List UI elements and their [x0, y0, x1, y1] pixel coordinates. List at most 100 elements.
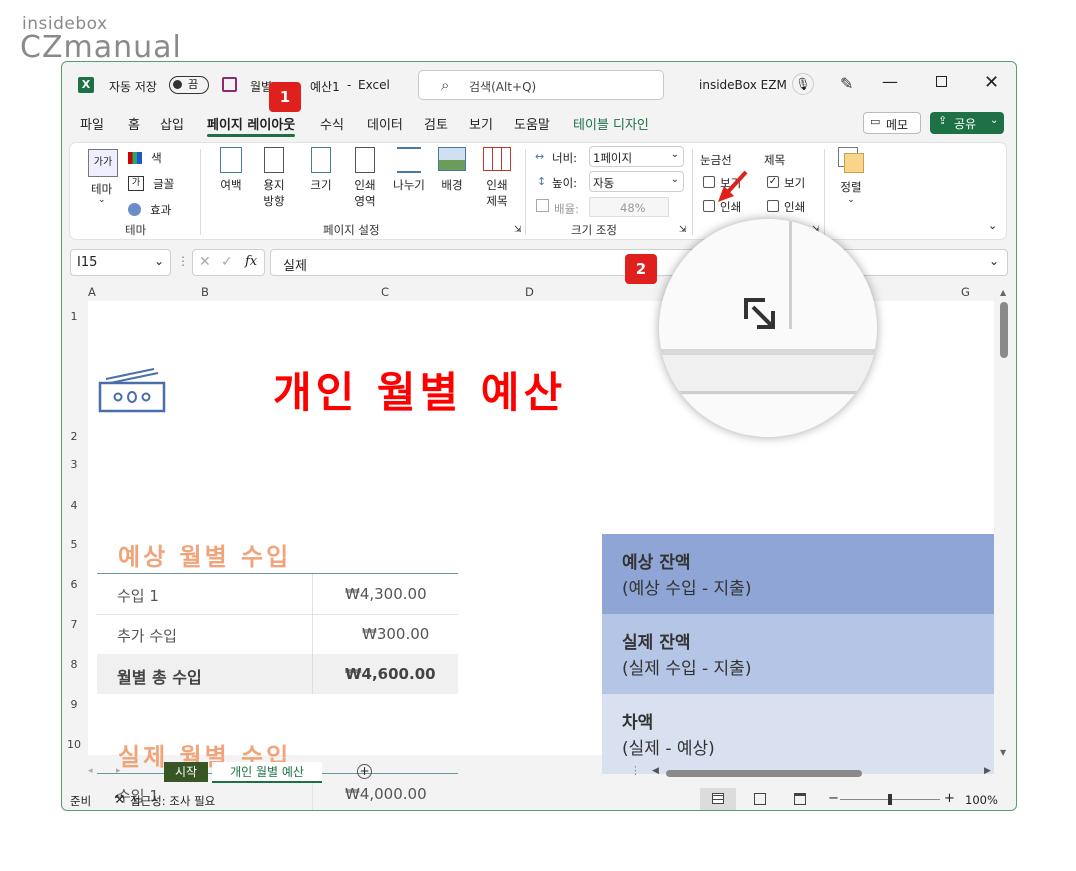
arrange-label: 정렬	[840, 180, 862, 194]
scroll-thumb[interactable]	[666, 770, 862, 777]
row-header[interactable]: 7	[62, 618, 86, 631]
background-button[interactable]: 배경	[436, 147, 468, 193]
row-header[interactable]: 2	[62, 430, 86, 443]
scroll-up-icon[interactable]: ▲	[1000, 288, 1006, 297]
page-break-view-icon[interactable]	[794, 793, 806, 805]
column-header-d[interactable]: D	[525, 285, 534, 299]
zoom-in-icon[interactable]: +	[944, 791, 955, 806]
panel-heading: 실제 잔액	[622, 633, 691, 653]
page-layout-view-icon[interactable]	[754, 793, 766, 805]
comment-icon: ▭	[870, 115, 881, 128]
more-icon: ⋮	[630, 764, 641, 777]
margins-button[interactable]: 여백	[216, 147, 246, 193]
scale-dialog-launcher-icon[interactable]: ⇲	[679, 225, 687, 235]
select-all-corner[interactable]	[70, 285, 86, 299]
tab-data[interactable]: 데이터	[367, 114, 403, 133]
insert-function-icon[interactable]: fx	[245, 254, 257, 269]
print-area-button[interactable]: 인쇄 영역	[348, 147, 382, 209]
background-icon	[438, 147, 466, 171]
microphone-icon[interactable]: 🎙	[792, 73, 814, 95]
normal-view-icon[interactable]	[700, 788, 736, 810]
column-header-g[interactable]: G	[961, 285, 970, 299]
colors-button[interactable]: 색	[128, 147, 162, 166]
add-sheet-icon[interactable]: +	[357, 764, 372, 779]
font-icon: 가	[128, 176, 144, 191]
tab-file[interactable]: 파일	[80, 114, 104, 133]
height-select[interactable]: 자동 ⌄	[589, 171, 684, 192]
tab-help[interactable]: 도움말	[514, 114, 550, 133]
vertical-scrollbar[interactable]: ▲ ▼	[998, 288, 1010, 758]
zoom-out-icon[interactable]: −	[828, 791, 839, 806]
row-header[interactable]: 9	[62, 698, 86, 711]
scale-spinner[interactable]: 48%	[589, 197, 669, 217]
horizontal-scrollbar[interactable]: ◀ ▶	[652, 764, 992, 782]
row-header[interactable]: 8	[62, 658, 86, 671]
scroll-down-icon[interactable]: ▼	[1000, 748, 1006, 757]
panel-actual-balance: 실제 잔액 (실제 수입 - 지출)	[602, 614, 994, 694]
maximize-button[interactable]	[936, 76, 947, 87]
page-setup-group-label: 페이지 설정	[323, 223, 380, 237]
accessibility-icon: ⚒	[114, 792, 125, 806]
search-box[interactable]: ⌕ 검색(Alt+Q)	[418, 70, 664, 100]
tab-scroll-left-icon[interactable]: ◂	[88, 766, 93, 776]
autosave-label: 자동 저장	[109, 80, 157, 94]
zoom-slider-thumb[interactable]	[888, 794, 892, 805]
column-header-b[interactable]: B	[201, 285, 209, 299]
breaks-icon	[397, 147, 421, 173]
tab-view[interactable]: 보기	[469, 114, 493, 133]
height-value: 자동	[593, 176, 615, 190]
tab-scroll-right-icon[interactable]: ▸	[116, 766, 121, 776]
status-accessibility[interactable]: 접근성: 조사 필요	[130, 793, 215, 809]
print-titles-button[interactable]: 인쇄 제목	[480, 147, 514, 209]
size-button[interactable]: 크기	[306, 147, 336, 193]
breaks-button[interactable]: 나누기	[390, 147, 428, 193]
effects-button[interactable]: 효과	[128, 199, 171, 218]
tab-review[interactable]: 검토	[424, 114, 448, 133]
column-header-a[interactable]: A	[88, 285, 96, 299]
themes-icon: 가가	[88, 149, 118, 177]
tab-home[interactable]: 홈	[128, 114, 140, 133]
scroll-thumb[interactable]	[1000, 302, 1008, 358]
collapse-ribbon-icon[interactable]: ⌄	[988, 219, 997, 232]
cancel-icon[interactable]: ✕	[199, 254, 211, 270]
orientation-button[interactable]: 용지 방향	[254, 147, 294, 209]
fonts-button[interactable]: 가 글꼴	[128, 173, 174, 192]
tab-insert[interactable]: 삽입	[160, 114, 184, 133]
row-header[interactable]: 10	[62, 738, 86, 751]
sheet-tab-start[interactable]: 시작	[164, 762, 208, 782]
pen-icon[interactable]: ✎	[840, 74, 853, 93]
row-header[interactable]: 6	[62, 578, 86, 591]
headings-print-checkbox[interactable]	[767, 200, 779, 212]
row-value: ₩4,300.00	[345, 585, 427, 603]
dialog-launcher-icon[interactable]: ⇲	[514, 225, 522, 235]
autosave-toggle[interactable]: 끔	[169, 76, 209, 94]
close-button[interactable]: ✕	[984, 72, 999, 93]
row-header[interactable]: 1	[62, 310, 86, 323]
share-button[interactable]: ⇪ 공유 ⌄	[930, 112, 1004, 134]
tab-page-layout[interactable]: 페이지 레이아웃	[207, 114, 296, 137]
tab-formulas[interactable]: 수식	[320, 114, 344, 133]
orientation-icon	[264, 147, 284, 173]
formula-buttons: ✕ ✓ fx	[192, 249, 265, 276]
memo-label: 메모	[886, 118, 909, 132]
arrange-button[interactable]: 정렬 ⌄	[834, 147, 868, 205]
enter-icon[interactable]: ✓	[221, 254, 233, 270]
width-select[interactable]: 1페이지 ⌄	[589, 146, 684, 167]
zoom-level[interactable]: 100%	[965, 793, 998, 807]
row-header[interactable]: 3	[62, 458, 86, 471]
headings-view-checkbox[interactable]: ✓	[767, 176, 779, 188]
sheet-tab-budget[interactable]: 개인 월별 예산	[212, 762, 322, 783]
size-icon	[311, 147, 331, 173]
zoom-slider[interactable]	[840, 794, 940, 805]
tab-table-design[interactable]: 테이블 디자인	[573, 114, 649, 133]
themes-button[interactable]: 가가 테마 ⌄	[86, 149, 120, 209]
memo-button[interactable]: ▭ 메모	[863, 112, 921, 134]
name-box[interactable]: I15 ⌄	[70, 249, 171, 276]
row-header[interactable]: 4	[62, 499, 86, 512]
scroll-right-icon[interactable]: ▶	[984, 766, 991, 776]
minimize-button[interactable]: —	[882, 72, 898, 91]
save-icon[interactable]	[222, 77, 237, 92]
row-header[interactable]: 5	[62, 538, 86, 551]
column-header-c[interactable]: C	[381, 285, 389, 299]
scroll-left-icon[interactable]: ◀	[652, 766, 659, 776]
